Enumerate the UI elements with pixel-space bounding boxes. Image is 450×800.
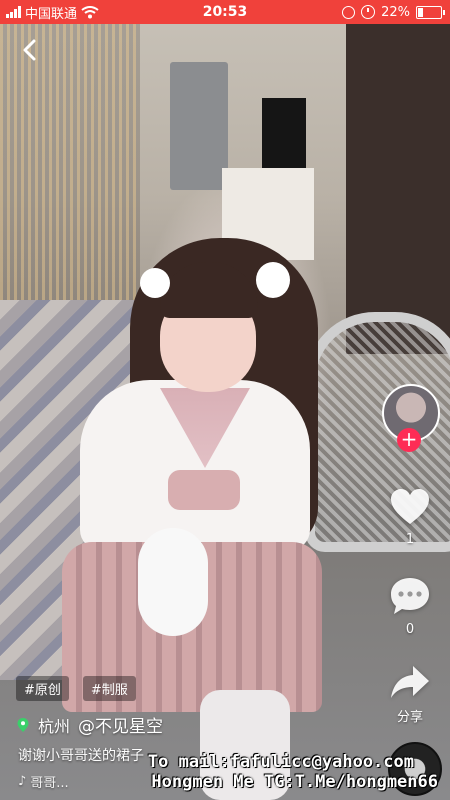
hashtag-chip[interactable]: #制服	[82, 676, 136, 701]
bg-pom-left	[140, 268, 170, 298]
wifi-icon	[81, 5, 99, 18]
signal-icon	[6, 6, 21, 18]
status-left: 中国联通	[0, 3, 99, 22]
comment-count: 0	[405, 622, 415, 637]
status-bar: 中国联通 20:53 22%	[0, 0, 450, 24]
watermark-line-1: To mail:fafulicc@yahoo.com	[147, 752, 414, 772]
battery-percent: 22%	[381, 4, 410, 20]
status-right: 22%	[342, 5, 450, 20]
battery-fill	[418, 7, 424, 17]
like-button[interactable]: 1	[380, 488, 440, 547]
back-chevron-icon[interactable]	[16, 36, 44, 64]
follow-button[interactable]: +	[397, 428, 421, 452]
bg-curtain	[0, 24, 140, 314]
alarm-icon	[361, 5, 376, 19]
battery-icon	[416, 5, 445, 19]
location-row: 杭州 @不见星空	[16, 712, 163, 737]
bg-fluff	[138, 528, 208, 636]
rotation-lock-icon	[342, 5, 356, 19]
hashtag-list: #原创 #制服	[16, 676, 136, 701]
author-username[interactable]: @不见星空	[78, 712, 163, 737]
share-arrow-icon	[391, 666, 429, 698]
comment-bubble-icon	[391, 578, 429, 614]
like-count: 1	[405, 532, 415, 547]
location-label[interactable]: 杭州	[38, 713, 70, 737]
heart-icon	[391, 489, 429, 524]
share-label: 分享	[396, 710, 423, 725]
bg-fridge	[170, 62, 228, 190]
bg-pom-right	[256, 262, 290, 298]
location-pin-icon	[17, 717, 29, 732]
watermark-line-2: Hongmen Me TG:T.Me/hongmen66	[151, 772, 438, 792]
comment-button[interactable]: 0	[380, 576, 440, 637]
share-button[interactable]: 分享	[380, 664, 440, 725]
carrier-name: 中国联通	[25, 6, 78, 22]
hashtag-chip[interactable]: #原创	[16, 676, 69, 701]
bg-bow	[168, 470, 240, 510]
bg-door	[346, 24, 450, 354]
